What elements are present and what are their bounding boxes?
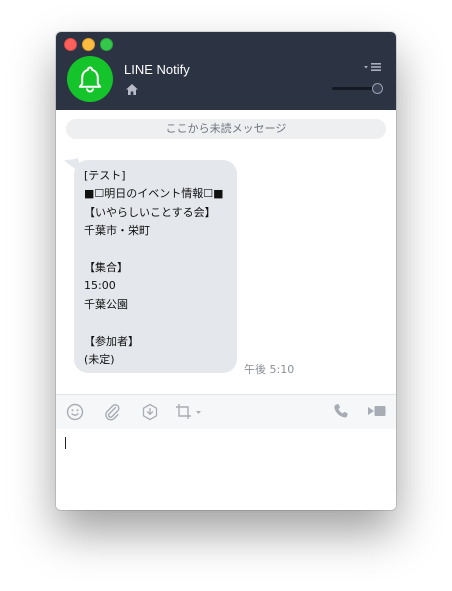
attachment-icon[interactable] xyxy=(103,403,121,421)
download-icon[interactable] xyxy=(141,403,159,421)
message-line: 【参加者】 xyxy=(84,334,139,348)
bell-icon xyxy=(78,66,102,93)
message-line: [テスト] xyxy=(84,169,126,182)
chat-area: ここから未読メッセージ [テスト] ■☐明日のイベント情報☐■ 【いやらしいこと… xyxy=(56,110,396,394)
message-text: [テスト] ■☐明日のイベント情報☐■ 【いやらしいことする会】 千葉市・栄町 … xyxy=(84,167,224,369)
message-input[interactable] xyxy=(56,429,396,510)
text-cursor xyxy=(65,437,66,449)
chat-window: LINE Notify ここから未読メッセージ [テスト] ■☐明日のイベント情… xyxy=(56,32,396,510)
message-line: ■☐明日のイベント情報☐■ xyxy=(84,187,224,201)
message-line: 千葉公園 xyxy=(84,297,128,311)
unread-divider: ここから未読メッセージ xyxy=(66,119,386,139)
size-slider[interactable] xyxy=(332,83,383,94)
chat-header: LINE Notify xyxy=(56,32,396,110)
message-line: 15:00 xyxy=(84,279,116,293)
message-timestamp: 午後 5:10 xyxy=(244,363,295,376)
chat-title: LINE Notify xyxy=(124,62,190,77)
message-line: 【集合】 xyxy=(84,260,128,274)
message-line: 【いやらしいことする会】 xyxy=(84,205,216,219)
avatar[interactable] xyxy=(67,56,113,102)
minimize-window-button[interactable] xyxy=(82,38,95,51)
input-toolbar xyxy=(56,394,396,430)
close-window-button[interactable] xyxy=(64,38,77,51)
menu-icon[interactable] xyxy=(364,62,382,72)
message-line: 千葉市・栄町 xyxy=(84,224,150,238)
video-icon[interactable] xyxy=(367,403,387,419)
maximize-window-button[interactable] xyxy=(100,38,113,51)
message-line xyxy=(84,314,224,332)
phone-icon[interactable] xyxy=(333,403,349,419)
slider-knob[interactable] xyxy=(372,83,383,94)
message-line: (未定) xyxy=(84,352,115,366)
crop-icon[interactable] xyxy=(175,403,203,421)
message-line xyxy=(84,241,224,259)
emoji-icon[interactable] xyxy=(66,403,84,421)
home-icon[interactable] xyxy=(125,83,139,96)
